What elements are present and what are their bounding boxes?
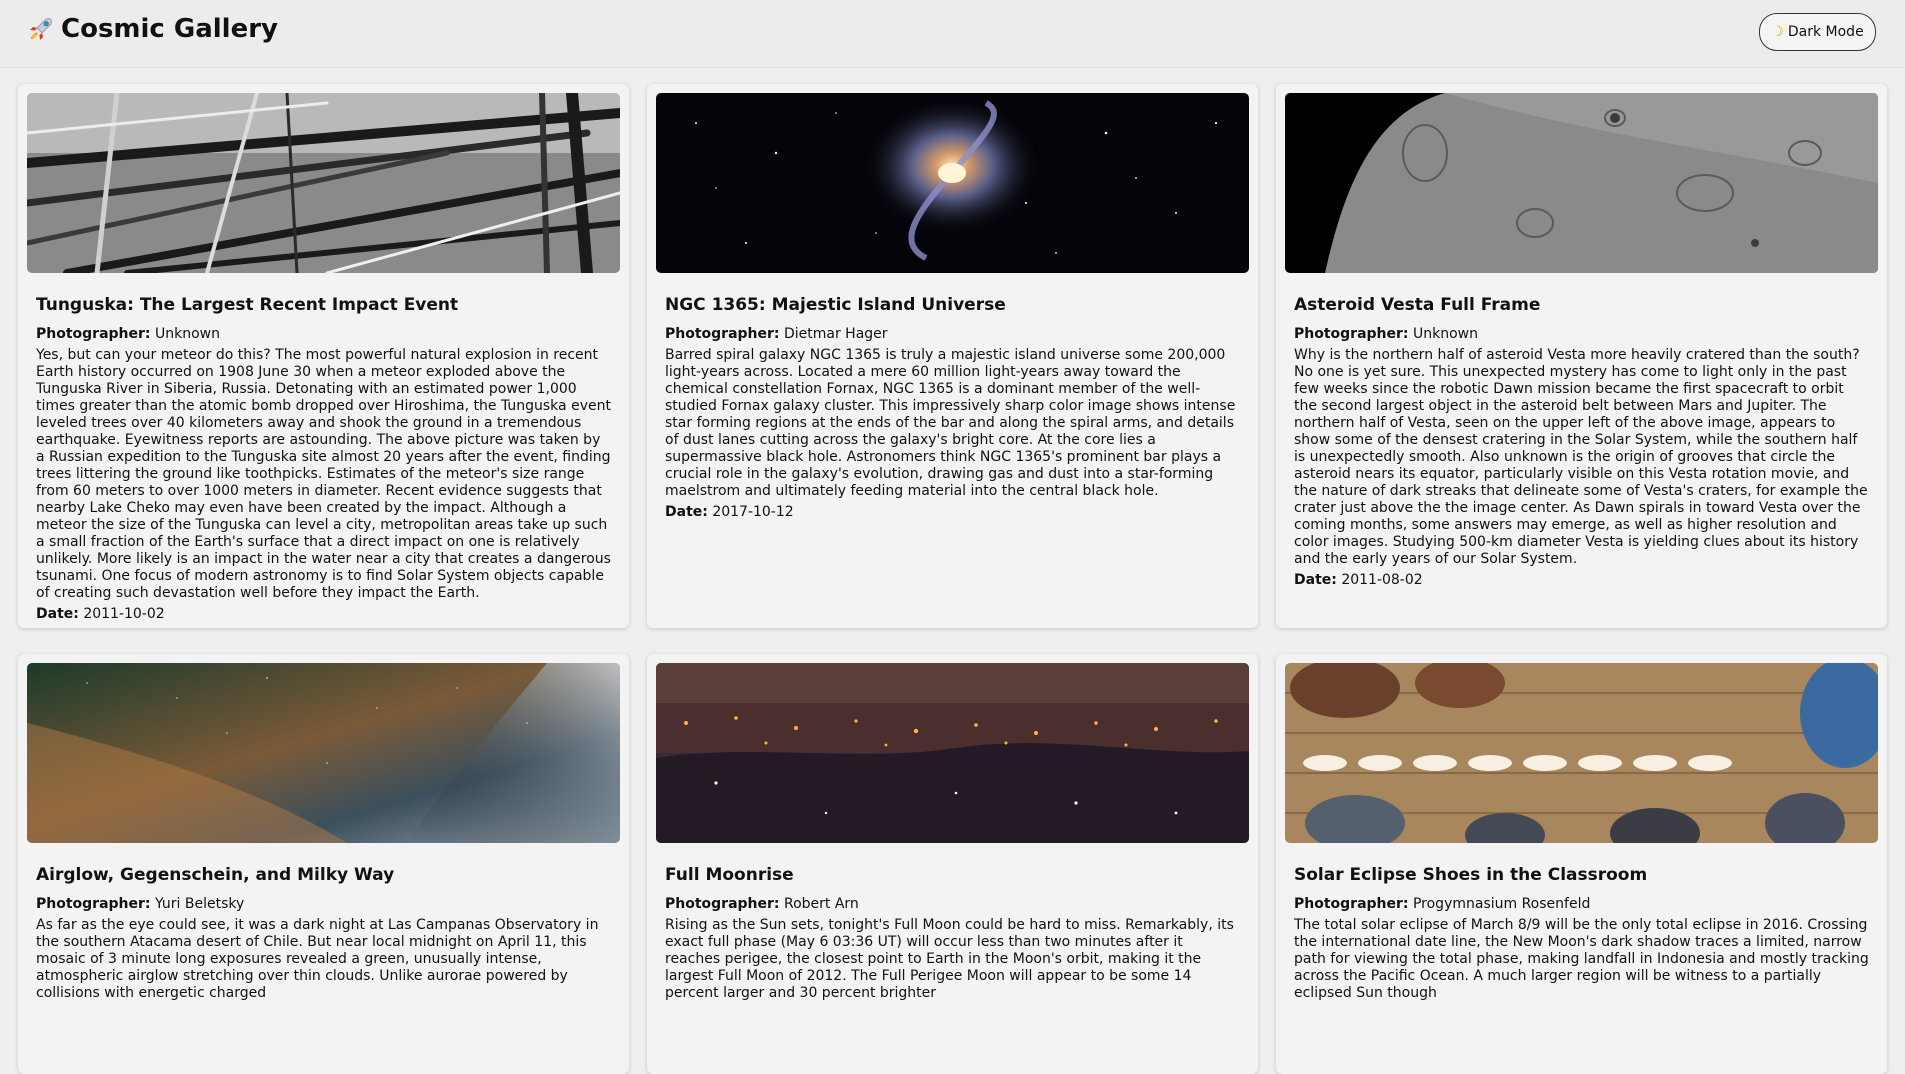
card-image[interactable] [1285,663,1878,843]
card-image[interactable] [656,93,1249,273]
gallery-card[interactable]: Full Moonrise Photographer: Robert Arn R… [647,654,1258,1074]
photographer-name: Robert Arn [783,896,859,912]
photographer-label: Photographer: [665,326,780,342]
card-title: Full Moonrise [665,865,794,885]
gallery-card[interactable]: Asteroid Vesta Full Frame Photographer: … [1276,84,1887,628]
card-description: The total solar eclipse of March 8/9 wil… [1294,917,1869,1001]
moon-icon: ☽ [1771,24,1784,40]
gallery-grid: Tunguska: The Largest Recent Impact Even… [18,84,1888,1074]
dark-mode-toggle[interactable]: ☽ Dark Mode [1759,13,1876,51]
rocket-icon [30,18,52,40]
gallery-card[interactable]: Solar Eclipse Shoes in the Classroom Pho… [1276,654,1887,1074]
photographer-name: Unknown [1412,326,1478,342]
card-title: NGC 1365: Majestic Island Universe [665,295,1006,315]
card-title: Asteroid Vesta Full Frame [1294,295,1541,315]
date-value: 2011-08-02 [1341,572,1423,588]
gallery-card[interactable]: Airglow, Gegenschein, and Milky Way Phot… [18,654,629,1074]
card-photographer: Photographer: Yuri Beletsky [36,896,611,913]
photographer-name: Unknown [154,326,220,342]
date-label: Date: [1294,572,1337,588]
top-bar: Cosmic Gallery ☽ Dark Mode [0,0,1905,68]
card-photographer: Photographer: Progymnasium Rosenfeld [1294,896,1869,913]
card-image[interactable] [27,663,620,843]
photographer-label: Photographer: [665,896,780,912]
photographer-label: Photographer: [1294,896,1409,912]
card-photographer: Photographer: Unknown [36,326,611,343]
card-title: Solar Eclipse Shoes in the Classroom [1294,865,1648,885]
app-title: Cosmic Gallery [61,14,279,44]
card-title: Tunguska: The Largest Recent Impact Even… [36,295,459,315]
photographer-label: Photographer: [36,326,151,342]
card-date: Date: 2017-10-12 [665,504,1240,521]
date-value: 2011-10-02 [83,606,165,622]
card-description: Rising as the Sun sets, tonight's Full M… [665,917,1234,1001]
card-photographer: Photographer: Unknown [1294,326,1869,343]
photographer-label: Photographer: [36,896,151,912]
gallery-card[interactable]: NGC 1365: Majestic Island Universe Photo… [647,84,1258,628]
card-description: Yes, but can your meteor do this? The mo… [36,347,611,601]
card-description: As far as the eye could see, it was a da… [36,917,599,1001]
photographer-label: Photographer: [1294,326,1409,342]
card-title: Airglow, Gegenschein, and Milky Way [36,865,395,885]
card-date: Date: 2011-08-02 [1294,572,1869,589]
photographer-name: Yuri Beletsky [154,896,245,912]
photographer-name: Progymnasium Rosenfeld [1412,896,1591,912]
date-label: Date: [665,504,708,520]
brand[interactable]: Cosmic Gallery [27,14,278,44]
gallery-card[interactable]: Tunguska: The Largest Recent Impact Even… [18,84,629,628]
card-description: Barred spiral galaxy NGC 1365 is truly a… [665,347,1236,499]
card-image[interactable] [1285,93,1878,273]
card-image[interactable] [656,663,1249,843]
date-value: 2017-10-12 [712,504,794,520]
card-photographer: Photographer: Robert Arn [665,896,1240,913]
card-description: Why is the northern half of asteroid Ves… [1294,347,1868,567]
card-image[interactable] [27,93,620,273]
dark-mode-label: Dark Mode [1787,24,1864,40]
card-date: Date: 2011-10-02 [36,606,611,623]
card-photographer: Photographer: Dietmar Hager [665,326,1240,343]
photographer-name: Dietmar Hager [783,326,888,342]
date-label: Date: [36,606,79,622]
